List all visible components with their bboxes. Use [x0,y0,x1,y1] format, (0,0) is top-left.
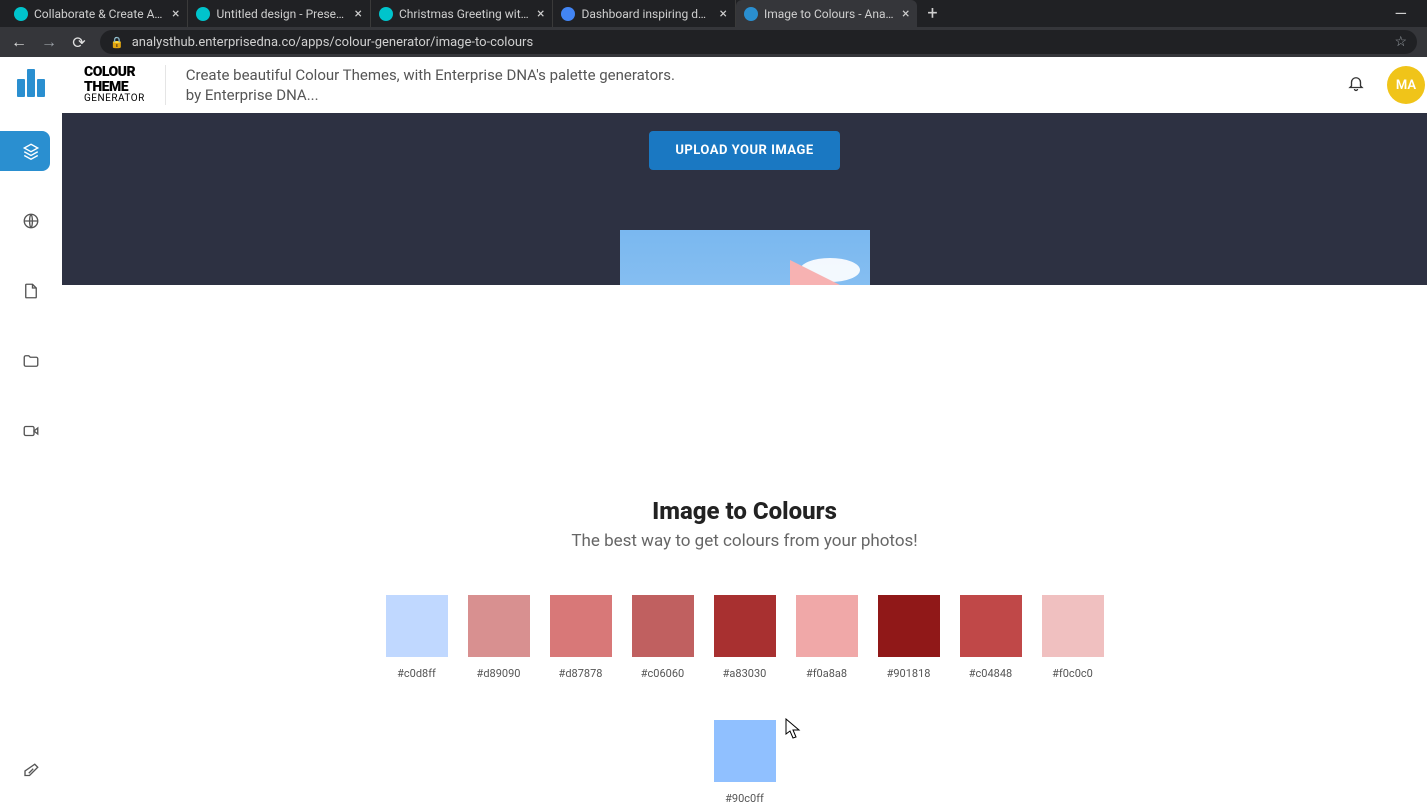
tab-title: Untitled design - Presentation (1 [216,7,346,21]
sidebar-item-document[interactable] [11,271,51,311]
color-swatch-item: #d87878 [550,595,612,680]
color-swatch[interactable] [796,595,858,657]
brand-line-1: COLOUR [84,65,145,80]
forward-button[interactable]: → [40,32,58,52]
main-content: COLOUR THEME GENERATOR Create beautiful … [62,57,1427,805]
back-button[interactable]: ← [10,32,28,52]
color-swatch[interactable] [960,595,1022,657]
folder-icon [22,352,40,370]
bookmark-star-icon[interactable]: ☆ [1394,34,1407,50]
browser-tab[interactable]: Christmas Greeting with Man hol × [371,0,553,27]
brand-wordmark: COLOUR THEME GENERATOR [84,65,145,105]
color-swatch-item: #c06060 [632,595,694,680]
avatar[interactable]: MA [1387,66,1425,104]
color-swatch[interactable] [714,720,776,782]
lock-icon: 🔒 [110,36,124,49]
tab-title: Image to Colours - Analyst Hub [764,7,894,21]
color-swatch-item: #d89090 [468,595,530,680]
upload-image-button[interactable]: UPLOAD YOUR IMAGE [649,131,839,170]
color-swatch[interactable] [714,595,776,657]
color-swatch[interactable] [386,595,448,657]
tab-close-button[interactable]: × [354,7,361,21]
color-swatch-item: #901818 [878,595,940,680]
address-bar[interactable]: 🔒 analysthub.enterprisedna.co/apps/colou… [100,30,1417,54]
color-swatch-item: #c0d8ff [386,595,448,680]
bell-icon [1347,74,1365,92]
avatar-initials: MA [1396,78,1416,93]
sidebar-item-eraser[interactable] [11,751,51,791]
eraser-icon [22,762,40,780]
window-controls: — [1395,4,1422,23]
browser-tab[interactable]: Dashboard inspiring designs - G × [553,0,735,27]
video-icon [22,422,40,440]
browser-toolbar: ← → ⟳ 🔒 analysthub.enterprisedna.co/apps… [0,27,1427,57]
results-section: Image to Colours The best way to get col… [62,285,1427,805]
color-swatch-label: #c04848 [969,667,1012,680]
layers-icon [22,142,40,160]
tab-close-button[interactable]: × [719,7,726,21]
tab-title: Collaborate & Create Amazing G [34,7,164,21]
tagline: Create beautiful Colour Themes, with Ent… [186,65,675,106]
color-swatch-label: #f0a8a8 [806,667,847,680]
tab-title: Christmas Greeting with Man hol [399,7,529,21]
reload-button[interactable]: ⟳ [70,33,88,52]
page-subtitle: The best way to get colours from your ph… [571,531,917,551]
app-topbar: COLOUR THEME GENERATOR Create beautiful … [62,57,1427,113]
tab-close-button[interactable]: × [172,7,179,21]
tab-favicon [561,7,575,21]
color-swatch-label: #90c0ff [725,792,764,805]
tab-close-button[interactable]: × [902,7,909,21]
color-swatch-label: #c0d8ff [397,667,436,680]
color-swatch-item: #90c0ff [714,720,776,805]
color-palette: #c0d8ff #d89090 #d87878 #c06060 #a83030 #f0a8… [335,595,1155,805]
color-swatch-label: #901818 [887,667,931,680]
color-swatch[interactable] [550,595,612,657]
sidebar-item-globe[interactable] [11,201,51,241]
color-swatch-item: #c04848 [960,595,1022,680]
app-logo[interactable] [17,69,45,97]
tab-close-button[interactable]: × [537,7,544,21]
sidebar-item-video[interactable] [11,411,51,451]
brand-line-3: GENERATOR [84,94,145,105]
color-swatch-item: #f0c0c0 [1042,595,1104,680]
browser-tab[interactable]: Image to Colours - Analyst Hub × [736,0,917,27]
color-swatch[interactable] [632,595,694,657]
color-swatch-label: #d87878 [559,667,603,680]
url-text: analysthub.enterprisedna.co/apps/colour-… [132,35,533,50]
page-title: Image to Colours [652,497,837,525]
color-swatch-label: #c06060 [641,667,684,680]
color-swatch[interactable] [468,595,530,657]
tab-favicon [744,7,758,21]
tab-favicon [14,7,28,21]
vertical-divider [165,65,166,105]
notifications-button[interactable] [1347,74,1365,96]
brand-line-2: THEME [84,80,145,95]
color-swatch-label: #f0c0c0 [1052,667,1093,680]
new-tab-button[interactable]: + [917,3,947,24]
color-swatch-label: #d89090 [477,667,521,680]
globe-icon [22,212,40,230]
tab-favicon [379,7,393,21]
tab-favicon [196,7,210,21]
browser-tab-strip: Collaborate & Create Amazing G×Untitled … [0,0,1427,27]
color-swatch-label: #a83030 [723,667,767,680]
tab-title: Dashboard inspiring designs - G [581,7,711,21]
hero-section: UPLOAD YOUR IMAGE [62,113,1427,285]
tagline-line-2: by Enterprise DNA... [186,85,675,105]
left-sidebar [0,57,62,805]
minimize-button[interactable]: — [1395,4,1408,23]
color-swatch-item: #a83030 [714,595,776,680]
sidebar-item-layers[interactable] [0,131,50,171]
color-swatch[interactable] [878,595,940,657]
document-icon [22,282,40,300]
color-swatch-item: #f0a8a8 [796,595,858,680]
sidebar-item-folder[interactable] [11,341,51,381]
browser-tab[interactable]: Collaborate & Create Amazing G × [6,0,188,27]
tagline-line-1: Create beautiful Colour Themes, with Ent… [186,65,675,85]
browser-tab[interactable]: Untitled design - Presentation (1 × [188,0,370,27]
color-swatch[interactable] [1042,595,1104,657]
